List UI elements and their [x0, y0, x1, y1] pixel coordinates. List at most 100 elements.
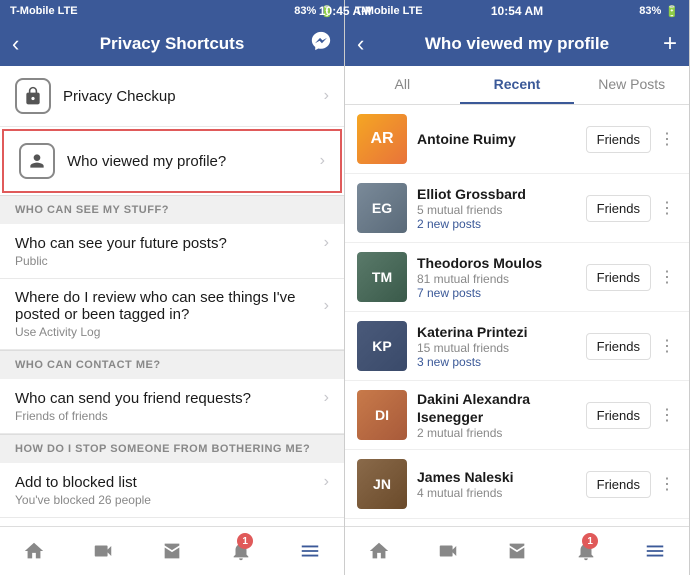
time-right: 10:54 AM — [491, 4, 543, 18]
right-status-bar: T-Mobile LTE 10:54 AM 83% 🔋 — [345, 0, 689, 22]
section-see-stuff: WHO CAN SEE MY STUFF? — [0, 195, 344, 224]
profile-mutual-4: 2 mutual friends — [417, 426, 586, 440]
friends-btn-3[interactable]: Friends — [586, 333, 651, 360]
tab-video-right[interactable] — [414, 527, 483, 575]
left-tab-bar: 1 — [0, 526, 344, 575]
back-button-left[interactable]: ‹ — [12, 31, 42, 57]
profile-info-0: Antoine Ruimy — [417, 130, 586, 148]
privacy-checkup-item[interactable]: Privacy Checkup › — [0, 66, 344, 127]
friends-btn-2[interactable]: Friends — [586, 264, 651, 291]
more-dots-1[interactable]: ⋮ — [657, 198, 677, 218]
right-content: AR Antoine Ruimy Friends ⋮ EG Elliot Gro… — [345, 105, 689, 526]
profile-item-0[interactable]: AR Antoine Ruimy Friends ⋮ — [345, 105, 689, 174]
profile-item-1[interactable]: EG Elliot Grossbard 5 mutual friends 2 n… — [345, 174, 689, 243]
home-icon-left — [23, 540, 45, 562]
profile-mutual-5: 4 mutual friends — [417, 486, 586, 500]
avatar-5: JN — [357, 459, 407, 509]
messenger-icon[interactable] — [302, 30, 332, 58]
profile-name-1: Elliot Grossbard — [417, 185, 586, 203]
profile-info-2: Theodoros Moulos 81 mutual friends 7 new… — [417, 254, 586, 300]
future-posts-subtitle: Public — [15, 254, 329, 268]
friends-btn-1[interactable]: Friends — [586, 195, 651, 222]
tab-home-right[interactable] — [345, 527, 414, 575]
blocked-list-subtitle: You've blocked 26 people — [15, 493, 329, 507]
status-right-right: 83% 🔋 — [639, 5, 679, 18]
profile-item-3[interactable]: KP Katerina Printezi 15 mutual friends 3… — [345, 312, 689, 381]
time-left: 10:45 AM — [319, 4, 345, 18]
status-carrier-left: T-Mobile LTE — [10, 5, 78, 17]
tab-all[interactable]: All — [345, 66, 460, 104]
avatar-3: KP — [357, 321, 407, 371]
profile-info-3: Katerina Printezi 15 mutual friends 3 ne… — [417, 323, 586, 369]
section-contact-me: WHO CAN CONTACT ME? — [0, 350, 344, 379]
review-tagged-row: Where do I review who can see things I'v… — [15, 289, 329, 323]
future-posts-title: Who can see your future posts? — [15, 235, 324, 252]
tab-store-right[interactable] — [483, 527, 552, 575]
chevron-review-tagged: › — [324, 297, 329, 315]
lock-icon-box — [15, 78, 51, 114]
right-panel: T-Mobile LTE 10:54 AM 83% 🔋 ‹ Who viewed… — [345, 0, 690, 575]
profile-name-3: Katerina Printezi — [417, 323, 586, 341]
tab-recent[interactable]: Recent — [460, 66, 575, 104]
profile-item-2[interactable]: TM Theodoros Moulos 81 mutual friends 7 … — [345, 243, 689, 312]
friend-requests-item[interactable]: Who can send you friend requests? › Frie… — [0, 379, 344, 434]
tab-menu-left[interactable] — [275, 527, 344, 575]
more-dots-2[interactable]: ⋮ — [657, 267, 677, 287]
who-viewed-label: Who viewed my profile? — [67, 153, 320, 170]
more-dots-3[interactable]: ⋮ — [657, 336, 677, 356]
profile-item-6[interactable]: E Efi — [345, 519, 689, 526]
battery-left: 83% — [294, 5, 316, 17]
back-button-right[interactable]: ‹ — [357, 31, 387, 57]
profile-info-5: James Naleski 4 mutual friends — [417, 468, 586, 500]
carrier-text-left: T-Mobile LTE — [10, 5, 78, 17]
tab-new-posts[interactable]: New Posts — [574, 66, 689, 104]
add-icon-right[interactable]: + — [647, 30, 677, 58]
tab-bell-right[interactable]: 1 — [551, 527, 620, 575]
profile-info-4: Dakini Alexandra Isenegger 2 mutual frie… — [417, 390, 586, 440]
left-nav-title: Privacy Shortcuts — [42, 34, 302, 54]
profile-item-4[interactable]: DI Dakini Alexandra Isenegger 2 mutual f… — [345, 381, 689, 450]
left-content: Privacy Checkup › Who viewed my profile?… — [0, 66, 344, 526]
more-dots-4[interactable]: ⋮ — [657, 405, 677, 425]
friends-btn-4[interactable]: Friends — [586, 402, 651, 429]
friends-btn-5[interactable]: Friends — [586, 471, 651, 498]
chevron-blocked-list: › — [324, 473, 329, 491]
profile-newposts-1: 2 new posts — [417, 217, 586, 231]
person-icon — [27, 151, 47, 171]
blocked-list-row: Add to blocked list › — [15, 473, 329, 491]
profile-item-5[interactable]: JN James Naleski 4 mutual friends Friend… — [345, 450, 689, 519]
blocked-list-item[interactable]: Add to blocked list › You've blocked 26 … — [0, 463, 344, 518]
profile-mutual-1: 5 mutual friends — [417, 203, 586, 217]
more-dots-0[interactable]: ⋮ — [657, 129, 677, 149]
tab-store-left[interactable] — [138, 527, 207, 575]
tab-home-left[interactable] — [0, 527, 69, 575]
avatar-1: EG — [357, 183, 407, 233]
friends-btn-0[interactable]: Friends — [586, 126, 651, 153]
profile-mutual-2: 81 mutual friends — [417, 272, 586, 286]
tab-bell-left[interactable]: 1 — [206, 527, 275, 575]
more-dots-5[interactable]: ⋮ — [657, 474, 677, 494]
chevron-who-viewed: › — [320, 152, 325, 170]
friend-requests-title: Who can send you friend requests? — [15, 390, 324, 407]
chevron-friend-requests: › — [324, 389, 329, 407]
right-nav-title: Who viewed my profile — [387, 34, 647, 54]
battery-icon-right: 🔋 — [665, 5, 679, 18]
left-nav-bar: ‹ Privacy Shortcuts — [0, 22, 344, 66]
future-posts-row: Who can see your future posts? › — [15, 234, 329, 252]
chevron-future-posts: › — [324, 234, 329, 252]
menu-icon-right — [644, 540, 666, 562]
tab-video-left[interactable] — [69, 527, 138, 575]
video-icon-right — [437, 540, 459, 562]
review-tagged-item[interactable]: Where do I review who can see things I'v… — [0, 279, 344, 350]
who-viewed-item[interactable]: Who viewed my profile? › — [2, 129, 342, 193]
tab-menu-right[interactable] — [620, 527, 689, 575]
profile-newposts-3: 3 new posts — [417, 355, 586, 369]
avatar-4: DI — [357, 390, 407, 440]
profile-name-4: Dakini Alexandra Isenegger — [417, 390, 586, 426]
profile-name-2: Theodoros Moulos — [417, 254, 586, 272]
friend-requests-row: Who can send you friend requests? › — [15, 389, 329, 407]
lock-icon — [23, 86, 43, 106]
future-posts-item[interactable]: Who can see your future posts? › Public — [0, 224, 344, 279]
person-icon-box — [19, 143, 55, 179]
profile-name-0: Antoine Ruimy — [417, 130, 586, 148]
